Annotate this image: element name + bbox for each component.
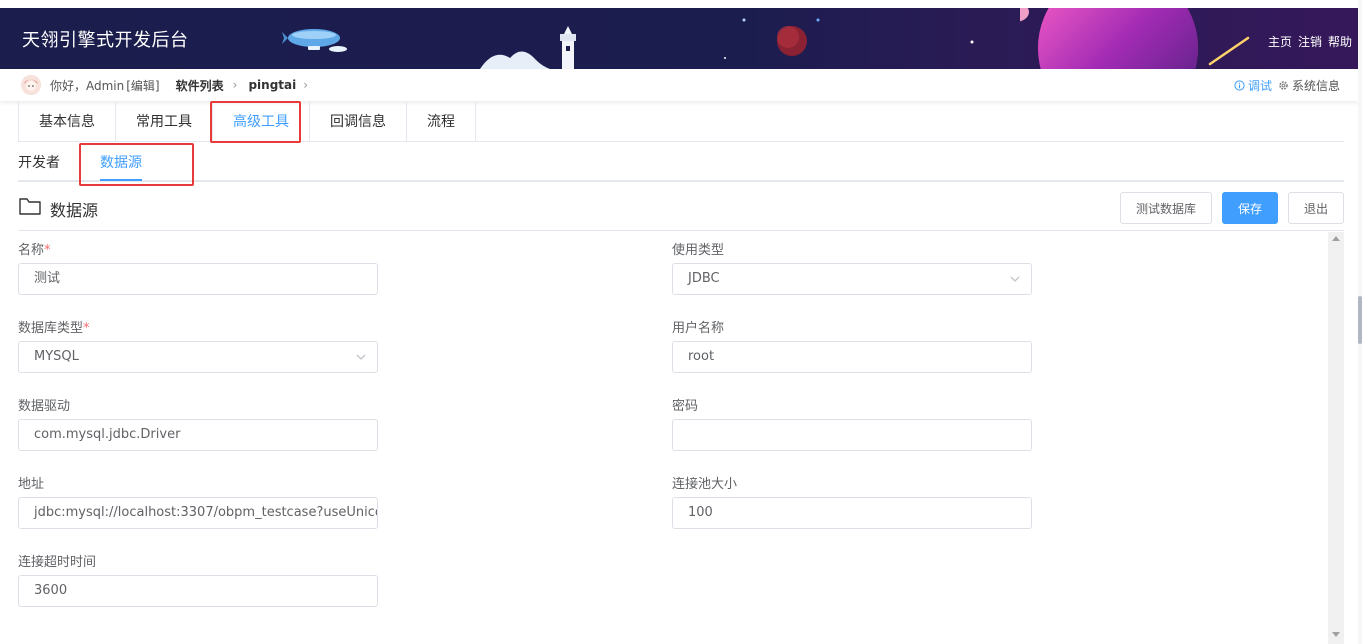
usage-type-select[interactable]: JDBC — [672, 263, 1032, 295]
driver-input[interactable]: com.mysql.jdbc.Driver — [18, 419, 378, 451]
password-input[interactable] — [672, 419, 1032, 451]
password-label: 密码 — [672, 399, 699, 414]
db-type-select[interactable]: MYSQL — [18, 341, 378, 373]
edit-profile-link[interactable]: [编辑] — [126, 77, 159, 94]
required-mark: * — [44, 243, 51, 258]
breadcrumb-separator-icon: › — [303, 78, 309, 92]
main-tabs: 基本信息 常用工具 高级工具 回调信息 流程 — [18, 102, 476, 142]
tab-callback-info[interactable]: 回调信息 — [310, 102, 407, 142]
exit-button[interactable]: 退出 — [1288, 192, 1344, 224]
avatar[interactable] — [21, 75, 41, 95]
test-database-button[interactable]: 测试数据库 — [1120, 192, 1212, 224]
breadcrumb-separator-icon: › — [232, 78, 238, 92]
app-title: 天翎引擎式开发后台 — [22, 30, 189, 51]
tab-basic-info[interactable]: 基本信息 — [19, 102, 116, 142]
chevron-down-icon — [356, 354, 366, 360]
scroll-down-icon[interactable] — [1332, 632, 1340, 637]
breadcrumb-bar: 你好，Admin [编辑] 软件列表 › pingtai › 调试 系统信息 — [0, 69, 1358, 101]
tab-workflow[interactable]: 流程 — [407, 102, 476, 142]
logout-link[interactable]: 注销 — [1298, 33, 1322, 50]
airship-icon — [282, 29, 347, 52]
system-info-label: 系统信息 — [1291, 79, 1340, 93]
tab-common-tools[interactable]: 常用工具 — [116, 102, 213, 142]
home-link[interactable]: 主页 — [1268, 33, 1292, 50]
pool-size-label: 连接池大小 — [672, 477, 738, 492]
avatar-icon — [21, 75, 41, 95]
breadcrumb-item-software-list[interactable]: 软件列表 — [176, 77, 224, 94]
folder-icon — [19, 198, 41, 215]
section-divider — [18, 230, 1344, 231]
help-link[interactable]: 帮助 — [1328, 33, 1352, 50]
username-input[interactable]: root — [672, 341, 1032, 373]
debug-label: 调试 — [1247, 79, 1272, 93]
tabs-divider — [18, 141, 1344, 142]
app-header: 天翎引擎式开发后台 主页 注销 帮助 — [0, 8, 1358, 69]
timeout-label: 连接超时时间 — [18, 555, 97, 570]
page-scrollbar-thumb[interactable] — [1358, 296, 1362, 344]
gear-icon — [1279, 81, 1288, 90]
planet-icon — [1020, 8, 1250, 69]
subtabs-divider — [18, 180, 1344, 182]
name-label: 名称* — [18, 239, 51, 258]
name-input[interactable]: 测试 — [18, 263, 378, 295]
stars-decoration — [724, 18, 974, 59]
timeout-input[interactable]: 3600 — [18, 575, 378, 607]
greeting-text: 你好，Admin — [50, 78, 125, 93]
scroll-up-icon[interactable] — [1332, 236, 1340, 241]
db-type-value: MYSQL — [34, 349, 79, 364]
chevron-down-icon — [1010, 276, 1020, 282]
subtab-developer[interactable]: 开发者 — [18, 152, 60, 172]
breadcrumb-actions: 调试 系统信息 — [1234, 77, 1340, 94]
save-button[interactable]: 保存 — [1222, 192, 1278, 224]
db-type-label-text: 数据库类型 — [18, 321, 84, 336]
name-label-text: 名称 — [18, 243, 45, 258]
usage-type-label: 使用类型 — [672, 243, 725, 258]
driver-label: 数据驱动 — [18, 399, 71, 414]
tab-advanced-tools[interactable]: 高级工具 — [213, 102, 310, 142]
form-scrollbar[interactable] — [1328, 232, 1344, 644]
pool-size-input[interactable]: 100 — [672, 497, 1032, 529]
system-info-link[interactable]: 系统信息 — [1278, 77, 1340, 94]
subtab-active-indicator — [100, 179, 142, 181]
breadcrumb-item-pingtai[interactable]: pingtai — [248, 78, 296, 92]
usage-type-value: JDBC — [688, 271, 720, 286]
url-input[interactable]: jdbc:mysql://localhost:3307/obpm_testcas… — [18, 497, 378, 529]
db-type-label: 数据库类型* — [18, 317, 90, 336]
subtab-datasource[interactable]: 数据源 — [100, 152, 142, 172]
header-links: 主页 注销 帮助 — [1268, 33, 1352, 50]
required-mark: * — [83, 321, 90, 336]
username-label: 用户名称 — [672, 321, 725, 336]
debug-link[interactable]: 调试 — [1234, 77, 1272, 94]
section-title: 数据源 — [50, 201, 99, 220]
info-icon — [1234, 80, 1245, 91]
url-label: 地址 — [18, 477, 45, 492]
lighthouse-icon — [480, 26, 576, 69]
